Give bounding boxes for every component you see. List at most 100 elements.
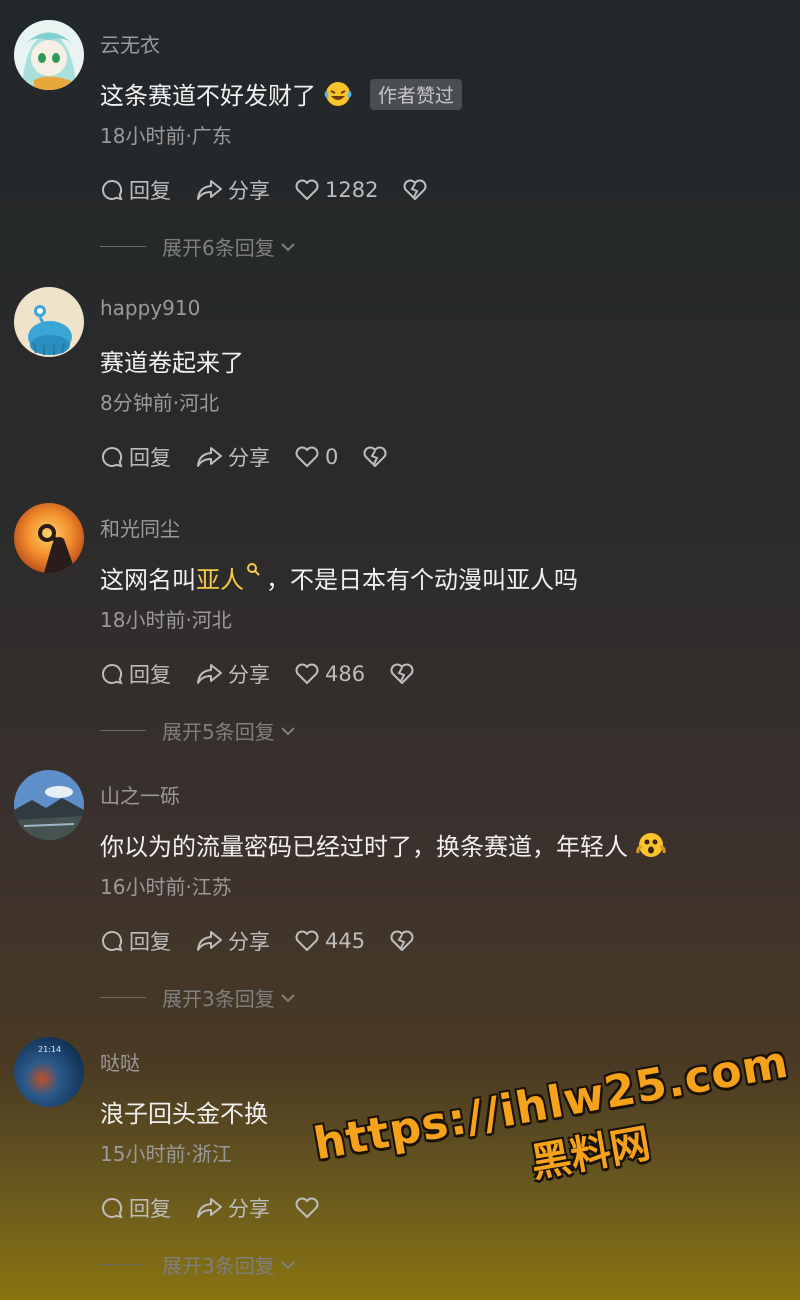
comment-actions: 回复 分享 0 — [100, 442, 417, 472]
username[interactable]: 和光同尘 — [100, 513, 180, 542]
share-button[interactable]: 分享 — [195, 175, 270, 205]
like-button[interactable]: 486 — [294, 662, 365, 686]
heart-icon — [295, 1197, 319, 1218]
reply-icon — [102, 179, 123, 201]
avatar[interactable] — [14, 503, 84, 573]
like-count: 486 — [325, 662, 366, 686]
expand-replies-button[interactable]: 展开6条回复 — [100, 232, 297, 261]
broken-heart-icon — [390, 930, 414, 951]
broken-heart-icon — [363, 446, 387, 467]
author-liked-badge: 作者赞过 — [370, 79, 463, 110]
share-button[interactable]: 分享 — [195, 442, 270, 472]
like-button[interactable]: 445 — [294, 929, 365, 953]
chevron-down-icon — [281, 726, 295, 735]
comment-actions: 回复 分享 1282 — [100, 175, 457, 205]
dislike-button[interactable] — [389, 929, 420, 953]
share-label: 分享 — [228, 1197, 270, 1221]
username[interactable]: happy910 — [100, 296, 200, 320]
dislike-button[interactable] — [389, 662, 420, 686]
share-label: 分享 — [228, 663, 270, 687]
username[interactable]: 哒哒 — [100, 1047, 140, 1076]
comment-text: 这条赛道不好发财了 作者赞过 — [100, 76, 463, 114]
broken-heart-icon — [403, 179, 427, 200]
share-button[interactable]: 分享 — [195, 1193, 270, 1223]
comment-text-post: ，不是日本有个动漫叫亚人吗 — [266, 566, 578, 594]
like-button[interactable] — [294, 1196, 325, 1220]
reply-button[interactable]: 回复 — [100, 926, 171, 956]
like-count: 1282 — [325, 178, 379, 202]
expand-replies-label: 展开3条回复 — [162, 1254, 275, 1278]
like-count: 0 — [325, 445, 339, 469]
username[interactable]: 山之一砾 — [100, 780, 180, 809]
like-count: 445 — [325, 929, 366, 953]
broken-heart-icon — [390, 663, 414, 684]
share-label: 分享 — [228, 446, 270, 470]
divider-line — [100, 246, 146, 247]
heart-icon — [295, 930, 319, 951]
chevron-down-icon — [281, 993, 295, 1002]
username[interactable]: 云无衣 — [100, 29, 160, 58]
comment-text: 这网名叫亚人 ，不是日本有个动漫叫亚人吗 — [100, 560, 578, 595]
share-icon — [197, 664, 222, 684]
reply-label: 回复 — [129, 179, 171, 203]
avatar[interactable] — [14, 287, 84, 357]
laughing-emoji-icon — [324, 80, 352, 114]
comment-actions: 回复 分享 445 — [100, 926, 444, 956]
reply-icon — [102, 663, 123, 685]
avatar[interactable]: 21:14 — [14, 1037, 84, 1107]
dislike-button[interactable] — [402, 178, 433, 202]
avatar-clock-text: 21:14 — [38, 1045, 62, 1054]
reply-label: 回复 — [129, 930, 171, 954]
reply-icon — [102, 1197, 123, 1219]
comment-meta: 8分钟前·河北 — [100, 391, 220, 415]
heart-icon — [295, 179, 319, 200]
reply-button[interactable]: 回复 — [100, 442, 171, 472]
divider-line — [100, 1264, 146, 1265]
like-button[interactable]: 1282 — [294, 178, 378, 202]
reply-button[interactable]: 回复 — [100, 659, 171, 689]
comment-meta: 18小时前·广东 — [100, 124, 232, 148]
comment-text-content: 你以为的流量密码已经过时了，换条赛道，年轻人 — [100, 833, 628, 861]
expand-replies-label: 展开6条回复 — [162, 236, 275, 260]
comment-actions: 回复 分享 486 — [100, 659, 444, 689]
reply-icon — [102, 930, 123, 952]
comment-text: 你以为的流量密码已经过时了，换条赛道，年轻人 — [100, 827, 666, 865]
expand-replies-label: 展开3条回复 — [162, 987, 275, 1011]
share-label: 分享 — [228, 930, 270, 954]
chevron-down-icon — [281, 242, 295, 251]
comment-meta: 18小时前·河北 — [100, 608, 232, 632]
comment-text: 浪子回头金不换 — [100, 1100, 268, 1128]
chevron-down-icon — [281, 1260, 295, 1269]
comment-text: 赛道卷起来了 — [100, 349, 244, 377]
share-icon — [197, 180, 222, 200]
reply-label: 回复 — [129, 1197, 171, 1221]
reply-label: 回复 — [129, 663, 171, 687]
reply-button[interactable]: 回复 — [100, 1193, 171, 1223]
avatar[interactable] — [14, 20, 84, 90]
share-button[interactable]: 分享 — [195, 926, 270, 956]
share-label: 分享 — [228, 179, 270, 203]
share-button[interactable]: 分享 — [195, 659, 270, 689]
reply-button[interactable]: 回复 — [100, 175, 171, 205]
expand-replies-button[interactable]: 展开5条回复 — [100, 716, 297, 745]
expand-replies-button[interactable]: 展开3条回复 — [100, 1250, 297, 1279]
share-icon — [197, 1198, 222, 1218]
reply-label: 回复 — [129, 446, 171, 470]
watermark: https://ihlw25.com 黑料网 — [310, 1036, 800, 1225]
reply-icon — [102, 446, 123, 468]
dislike-button[interactable] — [362, 445, 393, 469]
comment-meta: 16小时前·江苏 — [100, 875, 232, 899]
avatar[interactable] — [14, 770, 84, 840]
divider-line — [100, 730, 146, 731]
heart-icon — [295, 446, 319, 467]
share-icon — [197, 447, 222, 467]
search-icon[interactable] — [246, 562, 262, 580]
comment-text-content: 这条赛道不好发财了 — [100, 82, 316, 110]
expand-replies-label: 展开5条回复 — [162, 720, 275, 744]
divider-line — [100, 997, 146, 998]
search-highlight-link[interactable]: 亚人 — [196, 566, 244, 594]
expand-replies-button[interactable]: 展开3条回复 — [100, 983, 297, 1012]
like-button[interactable]: 0 — [294, 445, 338, 469]
comment-actions: 回复 分享 — [100, 1193, 349, 1223]
comment-text-pre: 这网名叫 — [100, 566, 196, 594]
